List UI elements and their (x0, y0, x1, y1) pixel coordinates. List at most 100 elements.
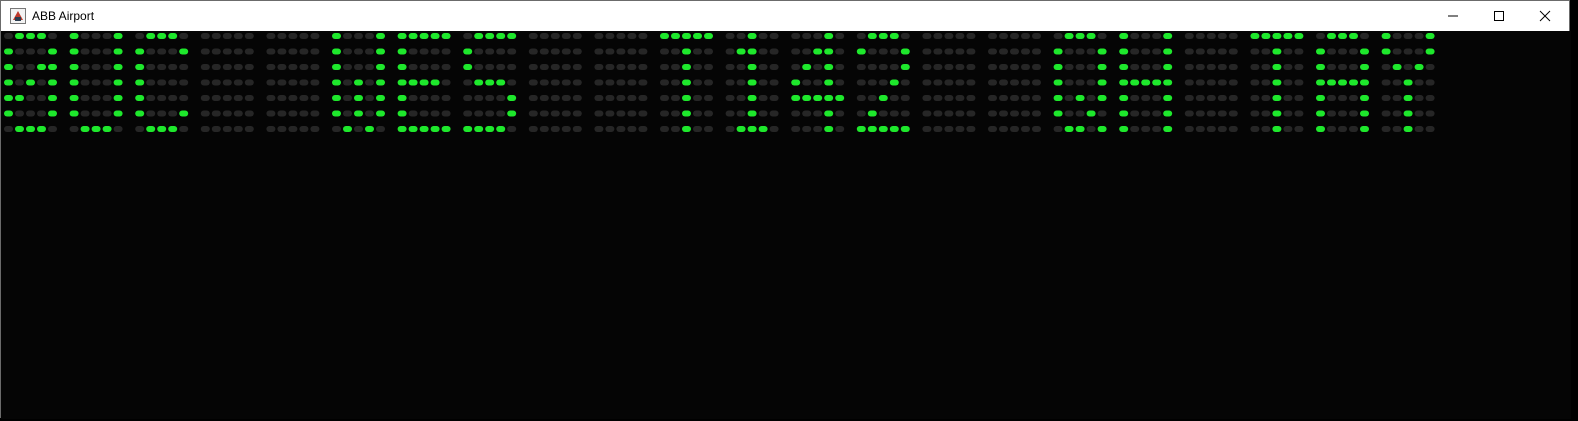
led-dot-off (233, 126, 243, 132)
led-dot-off (758, 95, 768, 101)
led-dot-off (1283, 48, 1293, 55)
led-dot-off (966, 64, 976, 70)
led-dot-off (419, 110, 429, 117)
led-dot-on (747, 95, 757, 101)
led-dot-off (725, 126, 735, 132)
led-dot-off (933, 64, 943, 70)
led-dot-off (671, 48, 680, 55)
led-dot-off (266, 95, 276, 101)
led-dot-off (999, 64, 1008, 70)
led-dot-off (310, 48, 320, 55)
led-dot-off (354, 48, 363, 55)
led-dot-on (376, 64, 385, 70)
led-dot-off (856, 33, 866, 39)
led-dot-off (441, 110, 451, 117)
led-dot-off (200, 110, 210, 117)
led-dot-off (343, 64, 352, 70)
led-dot-off (146, 48, 156, 55)
led-dot-on (80, 126, 90, 132)
maximize-button[interactable] (1476, 1, 1522, 31)
led-dot-off (365, 95, 374, 101)
led-dot-off (1021, 79, 1030, 86)
led-dot-off (15, 48, 24, 55)
led-dot-on (824, 48, 834, 55)
led-dot-off (419, 64, 429, 70)
led-dot-off (1064, 95, 1074, 101)
led-dot-off (988, 95, 997, 101)
led-dot-off (408, 64, 418, 70)
led-dot-off (1141, 48, 1151, 55)
led-character (1250, 33, 1304, 132)
led-dot-on (1403, 126, 1413, 132)
led-dot-on (758, 126, 768, 132)
led-dot-on (1119, 33, 1129, 39)
led-dot-off (200, 79, 210, 86)
led-dot-off (26, 110, 35, 117)
led-dot-off (1228, 126, 1238, 132)
led-dot-off (933, 79, 943, 86)
led-dot-off (474, 64, 484, 70)
title-bar[interactable]: ABB Airport (1, 1, 1569, 32)
led-dot-off (1032, 110, 1041, 117)
led-dot-off (944, 110, 954, 117)
led-dot-on (867, 126, 877, 132)
led-dot-off (299, 48, 309, 55)
led-dot-off (288, 79, 298, 86)
led-dot-off (627, 126, 637, 132)
led-dot-on (332, 95, 341, 101)
led-dot-off (769, 95, 779, 101)
led-dot-on (1119, 110, 1129, 117)
led-dot-on (1425, 48, 1435, 55)
led-dot-on (1163, 33, 1173, 39)
led-dot-on (1338, 79, 1347, 86)
led-dot-on (26, 126, 35, 132)
led-dot-off (310, 33, 320, 39)
led-dot-off (856, 95, 866, 101)
led-dot-off (539, 64, 549, 70)
led-dot-off (200, 64, 210, 70)
led-dot-off (1010, 79, 1019, 86)
led-dot-off (988, 33, 997, 39)
led-character (200, 33, 254, 132)
led-dot-off (1130, 110, 1140, 117)
minimize-button[interactable] (1430, 1, 1476, 31)
led-dot-off (539, 95, 549, 101)
led-dot-off (638, 33, 648, 39)
close-button[interactable] (1522, 1, 1568, 31)
led-dot-off (277, 64, 287, 70)
led-dot-off (1283, 110, 1293, 117)
led-character (594, 33, 648, 132)
led-dot-on (1053, 48, 1063, 55)
led-dot-on (474, 126, 484, 132)
led-dot-off (376, 126, 385, 132)
led-dot-off (408, 95, 418, 101)
led-dot-off (507, 48, 517, 55)
led-dot-off (277, 126, 287, 132)
led-dot-off (1152, 33, 1162, 39)
led-dot-off (91, 64, 101, 70)
led-dot-off (463, 33, 473, 39)
led-dot-on (91, 126, 101, 132)
led-display-board (1, 31, 1571, 419)
led-dot-off (1261, 48, 1271, 55)
led-dot-off (813, 126, 823, 132)
led-dot-off (1250, 110, 1260, 117)
led-dot-off (200, 48, 210, 55)
led-dot-on (376, 79, 385, 86)
led-dot-off (966, 33, 976, 39)
application-window: ABB Airport (0, 0, 1571, 419)
led-dot-on (889, 33, 899, 39)
led-dot-off (200, 33, 210, 39)
led-dot-on (747, 126, 757, 132)
led-dot-on (397, 33, 407, 39)
led-dot-off (802, 110, 812, 117)
led-dot-off (1021, 110, 1030, 117)
led-dot-off (528, 33, 538, 39)
led-dot-off (485, 48, 495, 55)
led-dot-off (572, 48, 582, 55)
led-dot-on (496, 126, 506, 132)
led-dot-off (660, 95, 669, 101)
led-dot-off (1075, 110, 1085, 117)
led-dot-off (37, 110, 46, 117)
led-dot-off (988, 48, 997, 55)
